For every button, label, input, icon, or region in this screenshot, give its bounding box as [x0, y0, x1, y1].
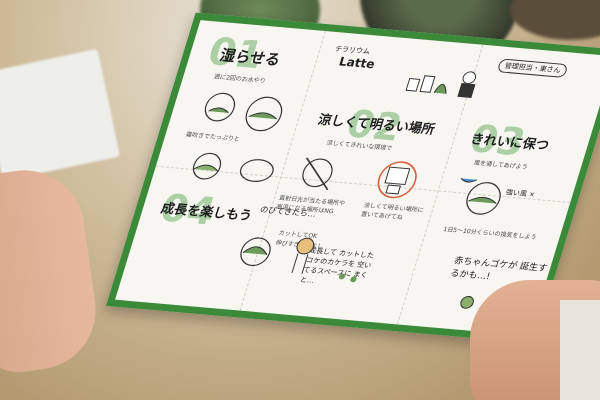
growth-doodle: [240, 237, 357, 283]
staff-tag: 管理担当・東さん: [496, 58, 569, 78]
wooden-object: [510, 0, 600, 40]
brand-name: Latte: [337, 54, 377, 72]
wind-jar-doodle: [460, 177, 501, 215]
paper-card: [0, 48, 121, 182]
section-sub-03: 風を通してあげよう: [472, 159, 529, 172]
shirt-cuff: [560, 300, 600, 400]
left-hand: [0, 162, 104, 378]
jar-doodle: [204, 92, 283, 132]
note-ventilate: 1日5〜10分くらいの換気をしよう: [442, 226, 538, 242]
hands-doodle: [192, 152, 274, 182]
photo-background: 01 湿らせる 週に2回のお水やり 霧吹きでたっぷりと テラリウム Latte …: [0, 0, 600, 400]
plants-doodle: [405, 71, 477, 98]
